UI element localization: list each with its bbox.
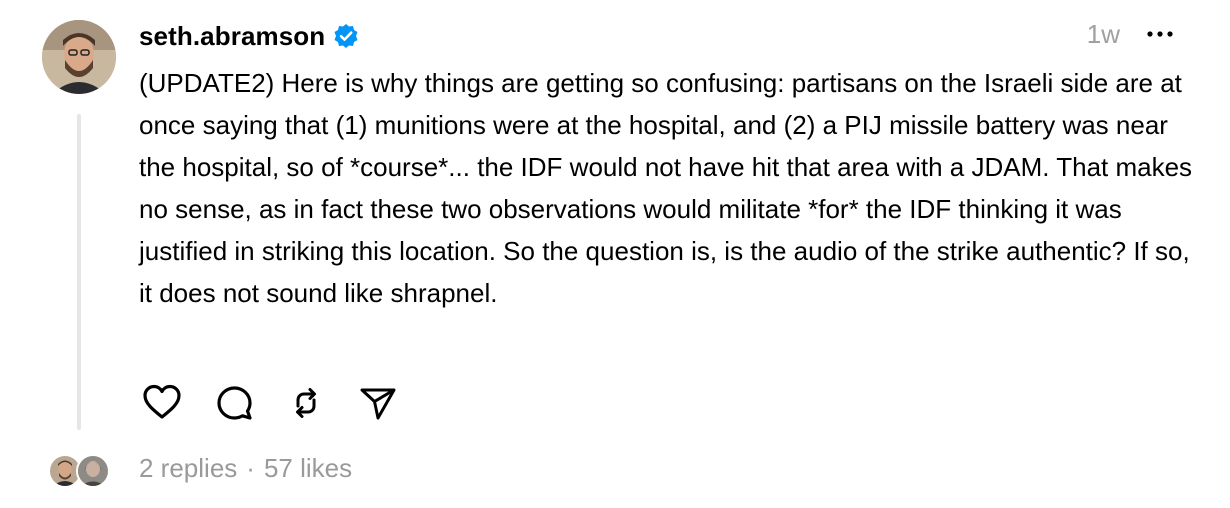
share-icon bbox=[356, 381, 400, 430]
thread-post: seth.abramson 1w (UPDATE2) Here is why t… bbox=[0, 0, 1230, 508]
replies-count[interactable]: 2 replies bbox=[139, 453, 237, 484]
thread-line bbox=[77, 114, 81, 430]
post-body-text: (UPDATE2) Here is why things are getting… bbox=[139, 68, 1193, 308]
reply-avatar bbox=[76, 454, 110, 488]
reply-avatars bbox=[48, 450, 114, 488]
likes-count[interactable]: 57 likes bbox=[264, 453, 352, 484]
comment-icon bbox=[212, 381, 256, 430]
more-options-icon[interactable] bbox=[1142, 22, 1178, 46]
post-footer: 2 replies · 57 likes bbox=[48, 446, 352, 490]
like-button[interactable] bbox=[139, 382, 185, 428]
repost-icon bbox=[284, 381, 328, 430]
stats-separator: · bbox=[246, 452, 255, 483]
repost-button[interactable] bbox=[283, 382, 329, 428]
post-actions bbox=[139, 382, 427, 428]
post-timestamp: 1w bbox=[1086, 19, 1120, 49]
heart-icon bbox=[140, 381, 184, 430]
username[interactable]: seth.abramson bbox=[139, 21, 325, 52]
post-header: seth.abramson bbox=[139, 16, 359, 56]
reply-button[interactable] bbox=[211, 382, 257, 428]
post-stats: 2 replies · 57 likes bbox=[139, 453, 352, 484]
verified-badge-icon bbox=[333, 23, 359, 49]
author-avatar[interactable] bbox=[42, 20, 116, 94]
share-button[interactable] bbox=[355, 382, 401, 428]
